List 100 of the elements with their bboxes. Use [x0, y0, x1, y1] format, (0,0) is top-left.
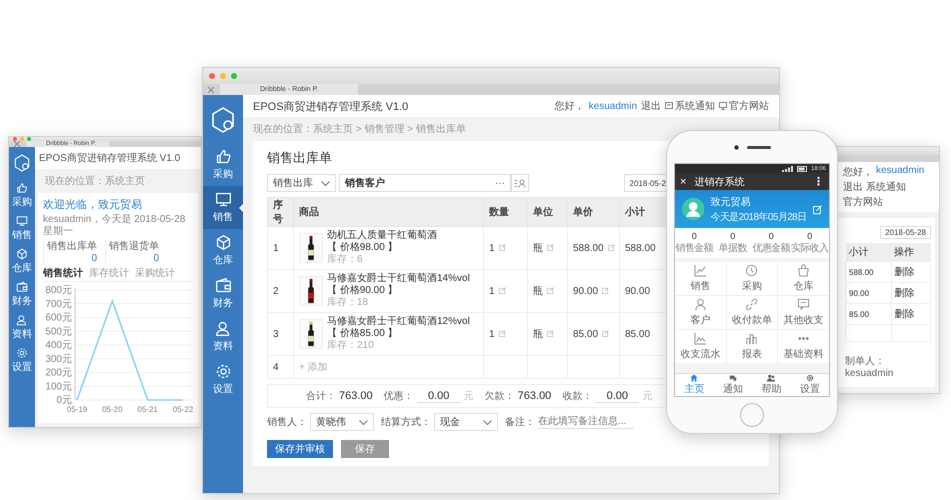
- note-field[interactable]: 在此填写备注信息...: [538, 415, 634, 429]
- menu-tile[interactable]: 其他收支: [778, 296, 829, 329]
- delete-link[interactable]: 删除: [891, 262, 930, 282]
- save-and-review-button[interactable]: 保存并审核: [267, 440, 333, 458]
- tab-bar-item[interactable]: 主页: [675, 374, 714, 396]
- user-link[interactable]: kesuadmin: [588, 100, 637, 112]
- sidebar-item[interactable]: 财务: [9, 278, 35, 311]
- menu-tile[interactable]: 收支流水: [675, 330, 726, 363]
- menu-tile[interactable]: 采购: [726, 262, 778, 295]
- close-icon[interactable]: [14, 141, 20, 147]
- greeting-text: 您好，: [843, 166, 873, 179]
- header-link[interactable]: 系统通知: [665, 99, 715, 113]
- column-header: 单价: [568, 198, 620, 226]
- clock-icon: [745, 264, 758, 277]
- edit-icon[interactable]: [498, 286, 506, 294]
- menu-button[interactable]: ⋮: [813, 175, 824, 188]
- edit-icon[interactable]: [547, 330, 554, 337]
- header-link[interactable]: 官方网站: [843, 195, 883, 209]
- thumbs-up-icon: [16, 182, 28, 194]
- minimize-button[interactable]: [220, 73, 226, 79]
- menu-tile[interactable]: 客户: [675, 296, 726, 329]
- unit-text: 瓶: [533, 329, 543, 340]
- edit-icon[interactable]: [812, 204, 822, 214]
- sidebar-item[interactable]: 资料: [203, 315, 243, 358]
- sidebar-item[interactable]: 销售: [203, 186, 243, 229]
- axis-label: 0元: [56, 395, 72, 406]
- sidebar-item[interactable]: 设置: [203, 358, 243, 401]
- edit-icon[interactable]: [498, 330, 506, 336]
- breadcrumb: 现在的位置：系统主页: [44, 174, 146, 189]
- tab-bar-item[interactable]: 通知: [714, 374, 752, 396]
- link-icon: [745, 298, 758, 311]
- header-link[interactable]: 退出: [843, 180, 863, 194]
- total-label: 欠款：: [484, 390, 515, 403]
- sidebar-item[interactable]: 采购: [9, 179, 35, 212]
- edit-icon[interactable]: [602, 286, 610, 294]
- menu-tile[interactable]: 报表: [726, 330, 778, 363]
- bar-chart-icon: [745, 332, 758, 345]
- menu-tile[interactable]: 基础资料: [778, 330, 829, 363]
- greeting-text: 您好，: [554, 100, 585, 113]
- delete-link[interactable]: 删除: [891, 304, 930, 324]
- delete-link[interactable]: 删除: [891, 282, 930, 304]
- user-link[interactable]: kesuadmin: [876, 165, 924, 179]
- sidebar-item[interactable]: 仓库: [203, 229, 243, 272]
- axis-label: 05-21: [137, 405, 158, 414]
- menu-tile[interactable]: 仓库: [778, 262, 829, 295]
- customer-field[interactable]: 销售客户 ···: [339, 174, 511, 192]
- minimize-button[interactable]: [20, 137, 24, 141]
- header-link[interactable]: 官方网站: [719, 99, 769, 113]
- stat-value: 0: [730, 231, 736, 241]
- chart-tab[interactable]: 销售统计: [43, 266, 83, 280]
- edit-icon[interactable]: [608, 244, 615, 250]
- home-button[interactable]: [740, 403, 764, 427]
- stat-label: 实际收入: [790, 242, 829, 255]
- price-text: 【 价格90.00 】: [327, 285, 399, 296]
- amount-field[interactable]: 0.00: [416, 390, 461, 403]
- gear-icon: [16, 347, 28, 359]
- sidebar-item[interactable]: 销售: [9, 212, 35, 245]
- camera-icon: [734, 144, 738, 150]
- table-cell: 1: [268, 226, 294, 270]
- total-value: 763.00: [339, 390, 373, 402]
- tab-bar-item[interactable]: 设置: [790, 374, 829, 396]
- close-button[interactable]: [13, 137, 17, 141]
- close-icon[interactable]: [208, 86, 214, 92]
- sidebar-item[interactable]: 资料: [9, 311, 35, 344]
- sidebar-item[interactable]: 采购: [203, 143, 243, 186]
- axis-label: 05-20: [102, 405, 123, 414]
- tab-bar-item[interactable]: 帮助: [752, 374, 790, 396]
- header-link[interactable]: 系统通知: [866, 180, 906, 194]
- total-label: 收款：: [562, 390, 592, 403]
- stat-tile[interactable]: 销售出库单 0: [43, 239, 97, 264]
- edit-icon[interactable]: [602, 330, 610, 336]
- user-list-icon: [514, 178, 526, 188]
- total-label: 合计：: [306, 390, 336, 403]
- menu-tile[interactable]: 收付款单: [726, 296, 778, 329]
- close-button[interactable]: [209, 73, 215, 79]
- customer-picker-button[interactable]: [511, 174, 529, 192]
- sidebar-item[interactable]: 财务: [203, 272, 243, 315]
- table-cell: 90.00: [846, 282, 892, 304]
- user-icon: [16, 314, 28, 326]
- more-button[interactable]: ···: [495, 178, 505, 188]
- salesperson-select[interactable]: 黄晓伟: [310, 413, 374, 431]
- menu-tile[interactable]: 销售: [675, 262, 726, 295]
- edit-icon[interactable]: [498, 244, 506, 250]
- stat-tile[interactable]: 销售退货单 0: [105, 239, 159, 264]
- sidebar-item[interactable]: 设置: [9, 344, 35, 377]
- header-link[interactable]: 退出: [641, 99, 661, 113]
- payment-select[interactable]: 现金: [434, 413, 498, 431]
- people-icon: [766, 374, 776, 382]
- column-header: 操作: [891, 243, 930, 262]
- sidebar-item[interactable]: 仓库: [9, 245, 35, 278]
- line-chart-icon: [694, 264, 707, 277]
- close-button[interactable]: ×: [680, 176, 686, 188]
- edit-icon[interactable]: [547, 287, 554, 294]
- zoom-button[interactable]: [27, 137, 31, 141]
- type-select[interactable]: 销售出库: [267, 174, 336, 192]
- edit-icon[interactable]: [547, 244, 554, 251]
- date-field[interactable]: 2018-05-28: [880, 226, 931, 239]
- amount-field[interactable]: 0.00: [595, 390, 640, 403]
- chat-icon: [728, 374, 738, 382]
- zoom-button[interactable]: [231, 73, 237, 79]
